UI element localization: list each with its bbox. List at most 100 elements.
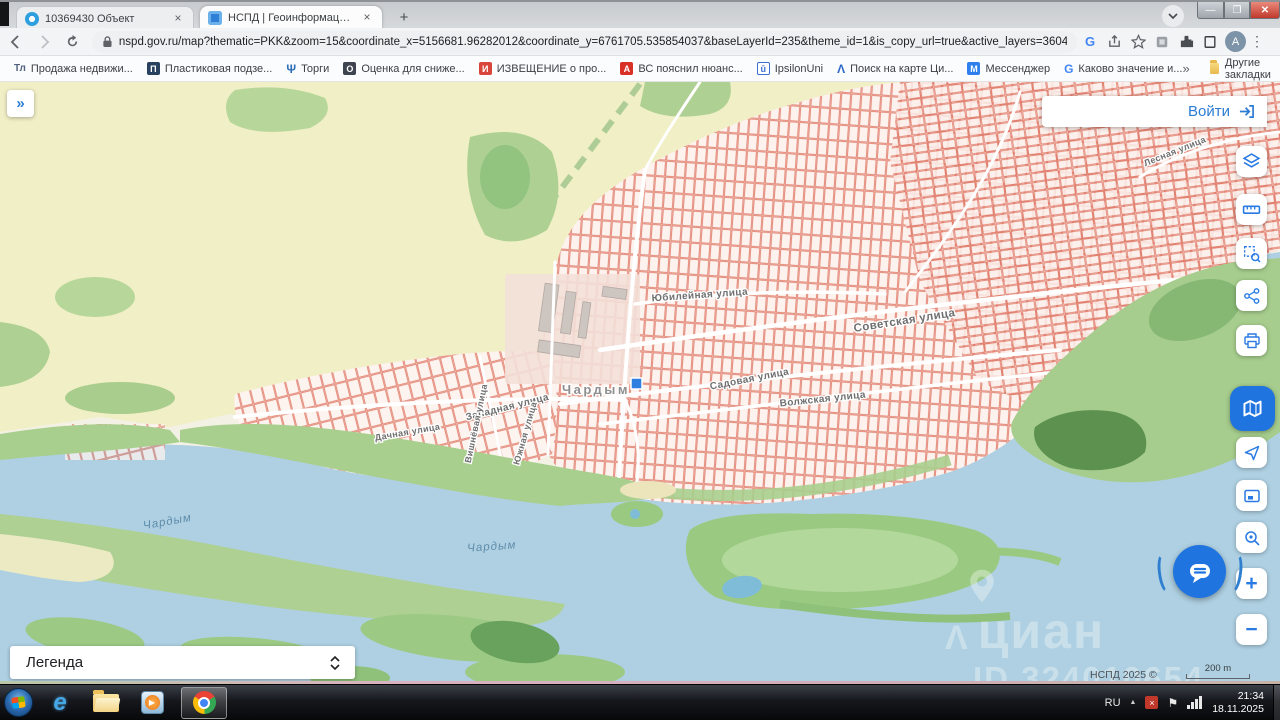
share-icon <box>1243 287 1261 305</box>
bookmark-item[interactable]: ППластиковая подзе... <box>147 62 273 75</box>
bookmark-label: Каково значение и... <box>1078 63 1182 75</box>
bookmark-label: Оценка для сниже... <box>361 63 464 75</box>
map-attribution: НСПД 2025 © <box>1090 669 1157 681</box>
address-bar[interactable]: nspd.gov.ru/map?thematic=PKK&zoom=15&coo… <box>92 31 1077 53</box>
chrome-icon <box>193 691 216 714</box>
sidebar-expand-button[interactable]: » <box>7 90 34 117</box>
other-bookmarks-button[interactable]: Другие закладки <box>1210 57 1277 81</box>
browser-toolbar: nspd.gov.ru/map?thematic=PKK&zoom=15&coo… <box>0 28 1280 56</box>
tray-expand-icon[interactable]: ▲ <box>1130 699 1137 706</box>
selected-object-marker[interactable] <box>631 378 642 389</box>
bookmark-item[interactable]: М Мессенджер <box>967 62 1050 75</box>
google-extension-icon[interactable]: G <box>1079 31 1101 53</box>
start-button[interactable] <box>4 688 33 717</box>
internet-explorer-button[interactable]: e <box>41 687 79 719</box>
tab-strip: 10369430 Объект × НСПД | Геоинформационн… <box>0 0 1280 28</box>
reading-list-icon[interactable] <box>1199 31 1221 53</box>
map-viewport[interactable]: Юбилейная улица Советская улица Садовая … <box>0 82 1280 681</box>
language-indicator[interactable]: RU <box>1105 697 1121 709</box>
reload-icon <box>65 34 80 49</box>
print-button[interactable] <box>1236 325 1267 356</box>
bookmark-label: Мессенджер <box>985 63 1050 75</box>
industrial-area <box>505 274 640 384</box>
bookmark-favicon: М <box>967 62 980 75</box>
action-center-alert-icon[interactable]: × <box>1145 696 1158 709</box>
forward-button[interactable] <box>32 30 56 54</box>
profile-avatar[interactable]: A <box>1225 31 1246 52</box>
area-search-icon <box>1242 244 1261 263</box>
url-text: nspd.gov.ru/map?thematic=PKK&zoom=15&coo… <box>119 36 1067 48</box>
bookmark-favicon: Тл <box>14 62 26 75</box>
bookmark-item[interactable]: ΛПоиск на карте Ци... <box>837 62 953 75</box>
bookmark-favicon: A <box>620 62 633 75</box>
tab-close-icon[interactable]: × <box>360 11 374 25</box>
tab-object[interactable]: 10369430 Объект × <box>16 6 194 30</box>
puzzle-icon[interactable] <box>1175 31 1197 53</box>
navigation-arrow-icon <box>1243 444 1261 462</box>
tab-title: 10369430 Объект <box>45 13 165 25</box>
collapse-expand-icon[interactable] <box>329 655 341 671</box>
bookmark-item[interactable]: ООценка для сниже... <box>343 62 464 75</box>
extension-icon[interactable] <box>1151 31 1173 53</box>
area-search-button[interactable] <box>1236 238 1267 269</box>
chrome-taskbar-button[interactable] <box>181 687 227 719</box>
tab-title: НСПД | Геоинформационный п <box>228 12 354 24</box>
map-tool-icon <box>1241 397 1264 420</box>
network-signal-icon[interactable] <box>1187 696 1203 709</box>
bookmark-favicon: ū <box>757 62 770 75</box>
close-button[interactable]: ✕ <box>1250 2 1280 19</box>
taskbar-clock[interactable]: 21:34 18.11.2025 <box>1212 690 1264 716</box>
login-bar[interactable]: Войти <box>1042 96 1267 127</box>
reload-button[interactable] <box>60 30 84 54</box>
bookmark-item[interactable]: ΨТорги <box>286 62 329 75</box>
share-icon[interactable] <box>1103 31 1125 53</box>
bookmark-item[interactable]: ТлПродажа недвижи... <box>14 62 133 75</box>
window-corner <box>0 2 9 26</box>
padlock-icon <box>102 35 113 48</box>
bookmark-item[interactable]: ūIpsilonUni <box>757 62 823 75</box>
bookmark-item[interactable]: ИИЗВЕЩЕНИЕ о про... <box>479 62 607 75</box>
bookmark-item[interactable]: A ВС пояснил нюанс... <box>620 62 742 75</box>
bookmark-label: Торги <box>301 63 329 75</box>
pin-icon <box>967 568 997 604</box>
tab-search-button[interactable] <box>1162 5 1184 27</box>
bookmark-star-icon[interactable] <box>1127 31 1149 53</box>
new-tab-button[interactable]: + <box>394 8 414 28</box>
tab-close-icon[interactable]: × <box>171 12 185 26</box>
bookmarks-bar: ТлПродажа недвижи... ППластиковая подзе.… <box>0 56 1280 82</box>
legend-panel[interactable]: Легенда <box>10 646 355 679</box>
locate-button[interactable] <box>1236 437 1267 468</box>
minimize-button[interactable]: — <box>1197 2 1224 19</box>
folder-icon <box>1210 63 1219 74</box>
clock-time: 21:34 <box>1238 690 1264 702</box>
search-location-icon <box>1243 529 1261 547</box>
bookmark-favicon: Λ <box>837 62 845 75</box>
scale-line <box>1186 674 1250 679</box>
bookmark-item[interactable]: GКаково значение и... <box>1064 62 1182 75</box>
measure-button[interactable] <box>1236 194 1267 225</box>
layers-button[interactable] <box>1236 146 1267 177</box>
minimap-button[interactable] <box>1236 480 1267 511</box>
bookmarks-overflow-button[interactable]: » <box>1182 61 1189 76</box>
back-button[interactable] <box>4 30 28 54</box>
restore-button[interactable]: ❐ <box>1224 2 1250 19</box>
windows-logo-icon <box>11 696 25 709</box>
chevron-down-icon <box>1168 13 1178 19</box>
menu-dots-icon[interactable]: ⋮ <box>1250 33 1264 50</box>
flag-icon[interactable]: ⚑ <box>1167 696 1178 710</box>
file-explorer-button[interactable] <box>87 687 125 719</box>
legend-label: Легенда <box>26 654 83 671</box>
zoom-out-button[interactable]: − <box>1236 614 1267 645</box>
media-player-button[interactable]: ▶ <box>133 687 171 719</box>
tab-nspd[interactable]: НСПД | Геоинформационный п × <box>200 6 382 30</box>
layers-icon <box>1242 152 1261 171</box>
login-label: Войти <box>1188 103 1230 120</box>
back-arrow-icon <box>8 34 24 50</box>
bookmark-label: ВС пояснил нюанс... <box>638 63 742 75</box>
show-desktop-button[interactable] <box>1273 685 1280 720</box>
active-map-tool-button[interactable] <box>1230 386 1275 431</box>
other-bookmarks-label: Другие закладки <box>1225 57 1277 81</box>
search-on-map-button[interactable] <box>1236 522 1267 553</box>
share-map-button[interactable] <box>1236 280 1267 311</box>
ruler-icon <box>1242 200 1261 219</box>
